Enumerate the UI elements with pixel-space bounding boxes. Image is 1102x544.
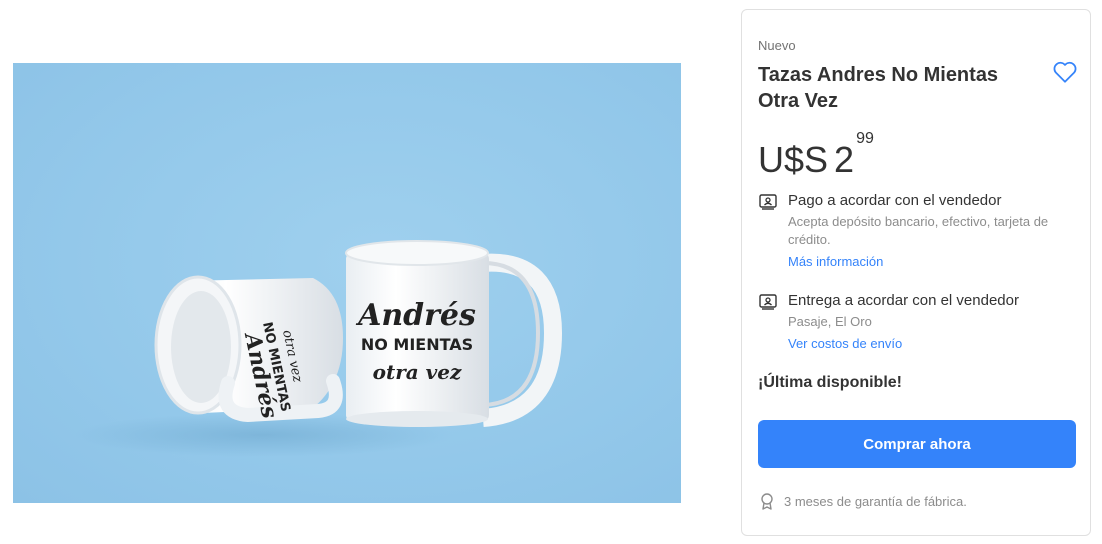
more-info-link[interactable]: Más información <box>788 254 883 269</box>
payment-subtitle: Acepta depósito bancario, efectivo, tarj… <box>788 214 1049 247</box>
shipping-costs-link[interactable]: Ver costos de envío <box>788 336 902 351</box>
payment-title: Pago a acordar con el vendedor <box>788 192 1002 209</box>
standing-mug: Andrés NO MIENTAS otra vez <box>345 240 563 427</box>
mugs-illustration: Andrés NO MIENTAS otra vez Andrés NO MIE… <box>73 240 563 457</box>
lying-mug: Andrés NO MIENTAS otra vez <box>154 275 343 423</box>
product-title: Tazas Andres No Mientas Otra Vez <box>758 64 999 112</box>
svg-text:Andrés: Andrés <box>355 298 476 333</box>
price-currency: U$S <box>758 139 829 180</box>
payment-card-icon <box>759 194 777 210</box>
price-integer: 2 <box>834 139 855 180</box>
buy-now-button[interactable]: Comprar ahora <box>758 420 1076 468</box>
warranty-text: 3 meses de garantía de fábrica. <box>784 494 967 509</box>
price-cents: 99 <box>856 130 874 147</box>
delivery-icon <box>759 294 777 310</box>
price: U$S 299 <box>758 130 874 180</box>
svg-text:NO MIENTAS: NO MIENTAS <box>361 335 473 354</box>
shipping-subtitle: Pasaje, El Oro <box>788 314 872 329</box>
svg-text:otra vez: otra vez <box>373 360 462 384</box>
product-image[interactable]: Andrés NO MIENTAS otra vez Andrés NO MIE… <box>13 63 681 503</box>
heart-icon[interactable] <box>1052 60 1078 84</box>
buy-box: Nuevo Tazas Andres No Mientas Otra Vez U… <box>741 9 1091 536</box>
shipping-title: Entrega a acordar con el vendedor <box>788 292 1019 309</box>
condition-label: Nuevo <box>758 38 796 53</box>
stock-status: ¡Última disponible! <box>758 374 902 391</box>
warranty-badge-icon <box>761 493 773 510</box>
